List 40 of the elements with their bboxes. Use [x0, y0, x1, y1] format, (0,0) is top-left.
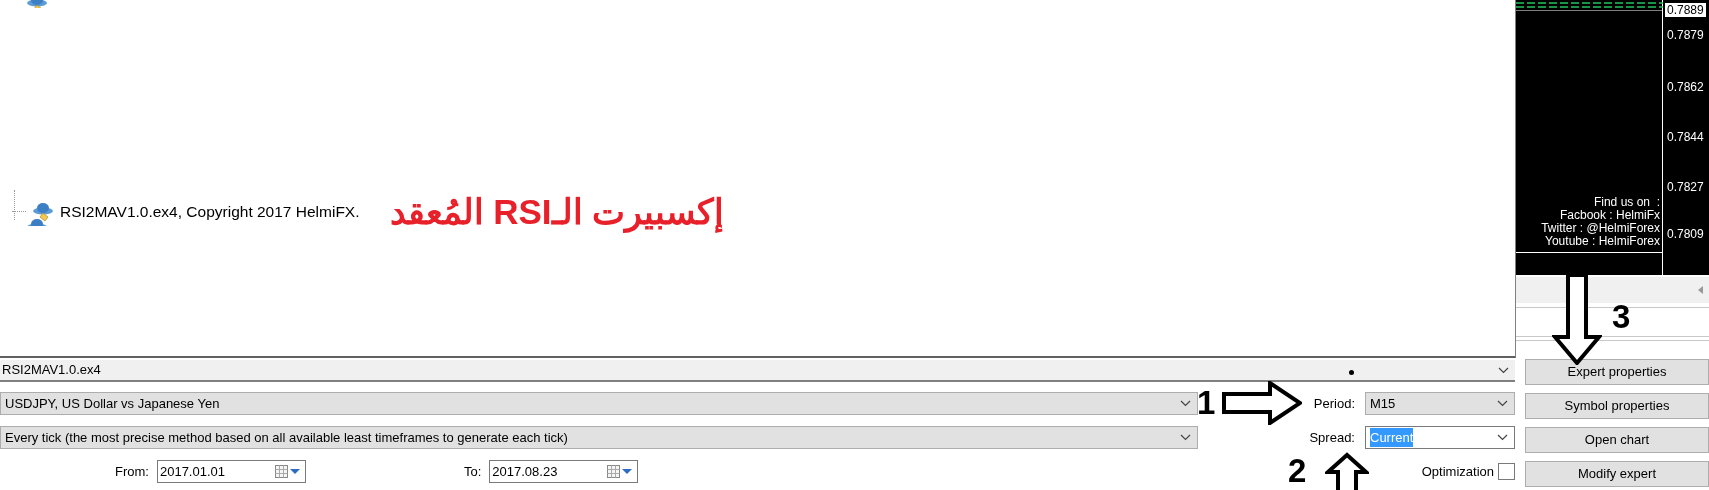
info-text: Twitter : @HelmiForex [1541, 222, 1660, 235]
model-select[interactable]: Every tick (the most precise method based on all available least timeframes to generate each tick) [0, 426, 1198, 449]
tree-item[interactable]: RSI2MAV1.0.ex4, Copyright 2017 HelmiFX. [60, 199, 360, 224]
spread-label: Spread: [1309, 428, 1355, 447]
info-text: Find us on : [1593, 196, 1660, 209]
price-label: 0.7862 [1666, 80, 1705, 94]
step-number: 2 [1288, 454, 1307, 487]
calendar-icon[interactable] [274, 465, 301, 478]
to-date-field[interactable]: 2017.08.23 [489, 460, 639, 483]
price-label: 0.7809 [1666, 227, 1705, 241]
price-label: 0.7879 [1666, 28, 1705, 42]
symbol-select[interactable]: USDJPY, US Dollar vs Japanese Yen [0, 392, 1198, 415]
step-number: 3 [1612, 300, 1631, 333]
action-button[interactable]: Open chart [1525, 427, 1709, 453]
price-label: 0.7827 [1666, 180, 1705, 194]
expert-select[interactable]: RSI2MAV1.0.ex4 [0, 360, 1515, 382]
chevron-icon [1180, 434, 1191, 441]
arrow-icon [1222, 381, 1302, 425]
chevron-icon [1498, 366, 1509, 374]
period-label: Period: [1313, 394, 1355, 413]
period-select[interactable]: M15 [1365, 392, 1515, 415]
arrow-icon [1325, 452, 1369, 490]
optimization-label: Optimization [1421, 462, 1494, 481]
chevron-icon [1180, 400, 1191, 407]
info-text: Youtube : HelmiForex [1545, 235, 1660, 248]
chevron-icon [1497, 434, 1508, 441]
price-label: 0.7844 [1666, 130, 1705, 144]
step-number: 1 [1197, 386, 1216, 419]
dot-mark [1349, 370, 1354, 375]
from-date-field[interactable]: 2017.01.01 [156, 460, 306, 483]
action-button[interactable]: Modify expert [1525, 461, 1709, 487]
action-button[interactable]: Symbol properties [1525, 393, 1709, 419]
optimization-checkbox[interactable] [1498, 463, 1515, 480]
from-label: From: [115, 462, 149, 481]
to-label: To: [463, 462, 482, 481]
info-text: Facbook : HelmiFx [1559, 209, 1660, 222]
chevron-icon [1497, 400, 1508, 407]
action-button[interactable]: Expert properties [1525, 359, 1709, 385]
price-label: 0.7889 [1665, 3, 1706, 17]
calendar-icon[interactable] [607, 465, 634, 478]
